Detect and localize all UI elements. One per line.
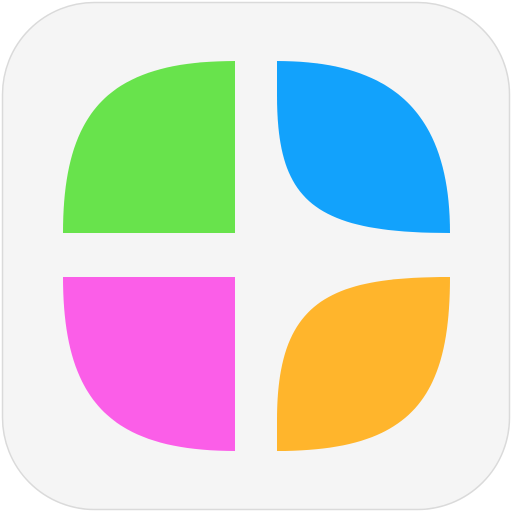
app-icon[interactable]	[0, 0, 512, 512]
stage	[0, 0, 512, 512]
icon-background	[1, 1, 511, 511]
